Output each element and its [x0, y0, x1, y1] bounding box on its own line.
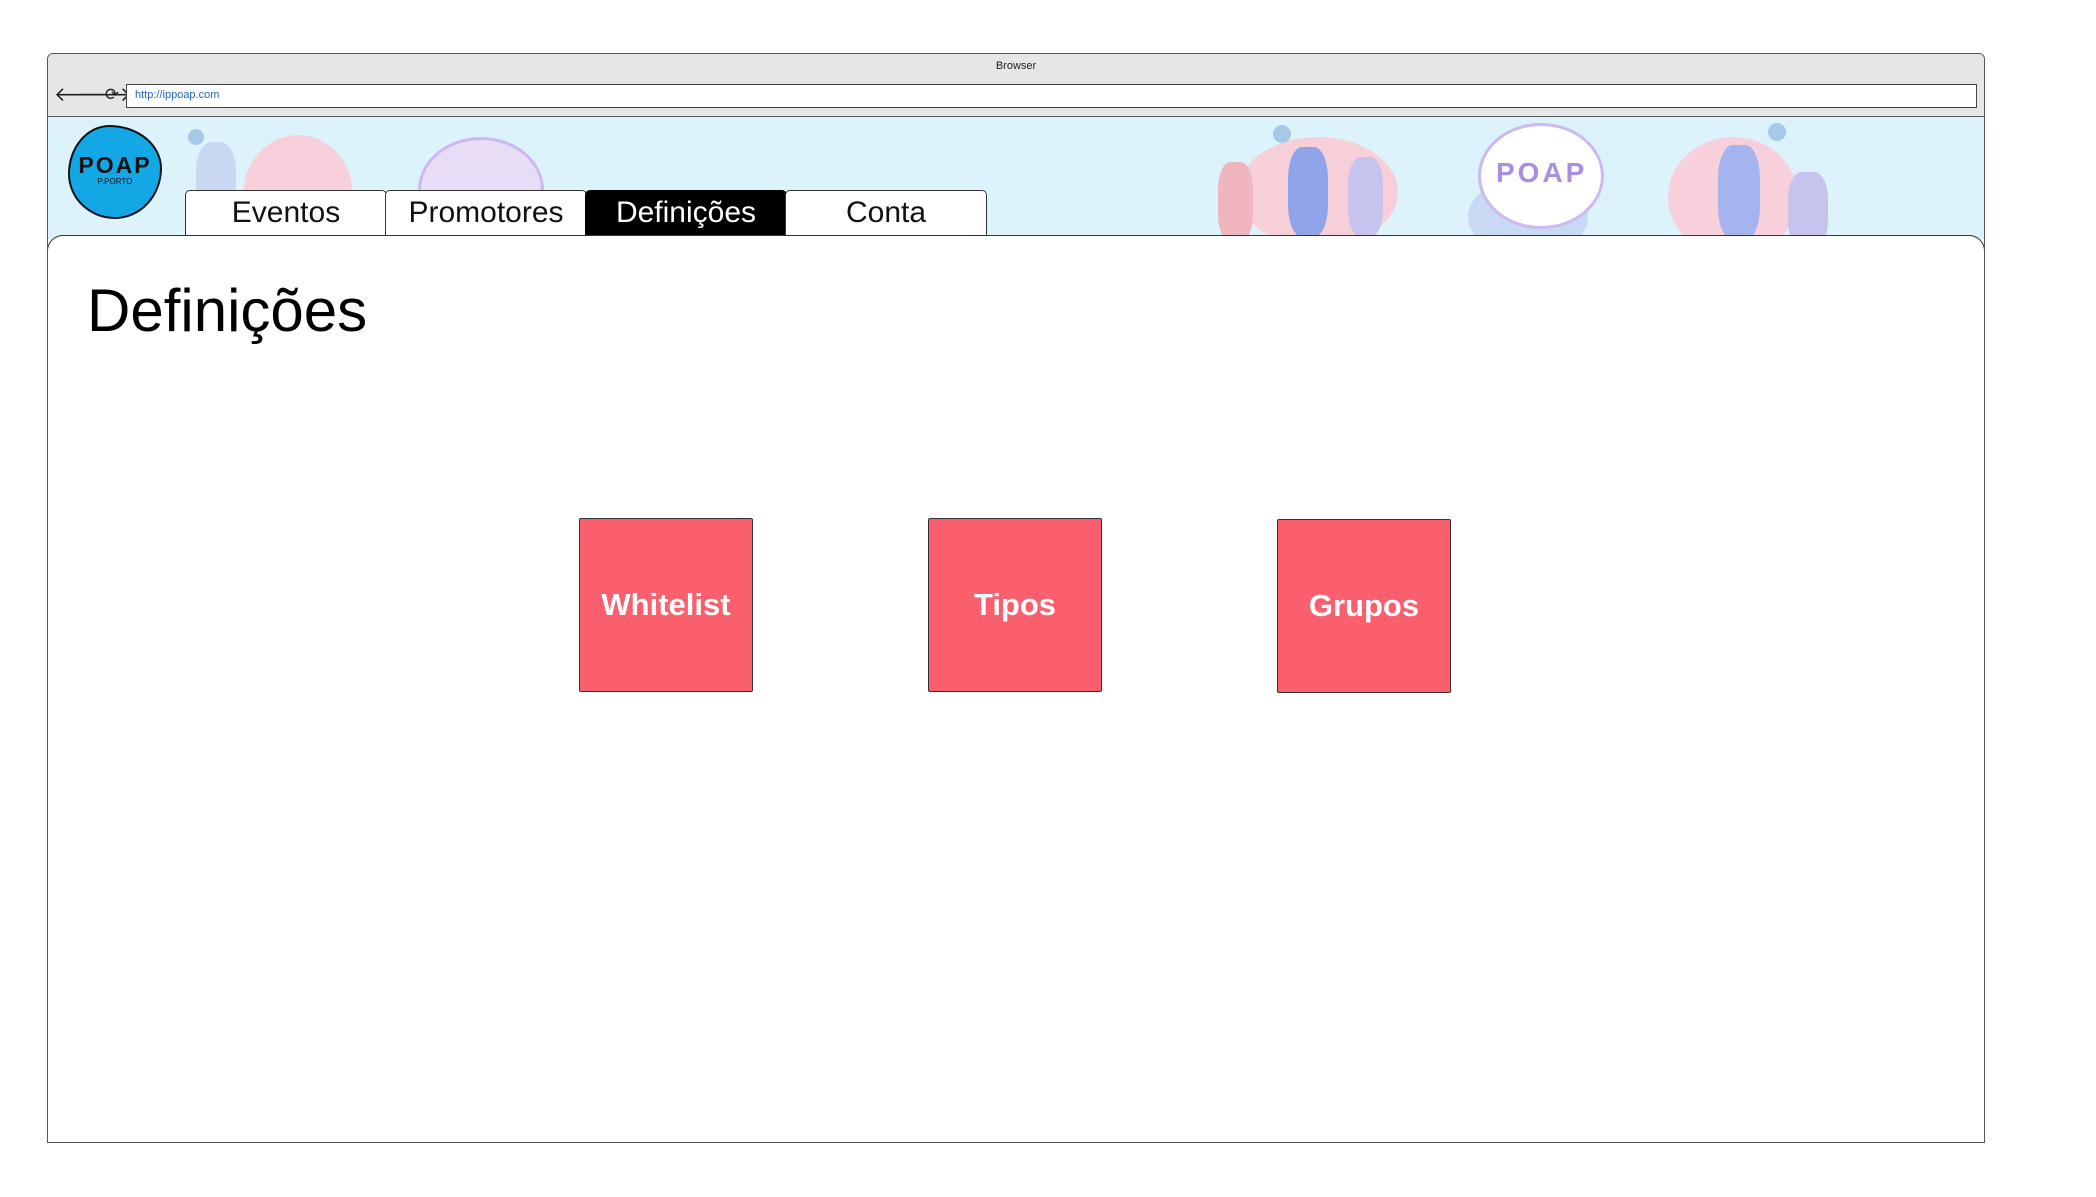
back-arrow-icon[interactable]: 🡐	[54, 84, 108, 106]
browser-title: Browser	[995, 60, 1037, 72]
banner-illustration-figure	[1718, 145, 1760, 239]
browser-title-bar: Browser	[48, 54, 1984, 78]
banner-illustration-dot	[1273, 125, 1291, 143]
whitelist-button[interactable]: Whitelist	[579, 518, 753, 692]
tab-eventos[interactable]: Eventos	[185, 190, 387, 236]
main-content: Definições Whitelist Tipos Grupos	[48, 235, 1984, 1142]
banner-illustration-figure	[1218, 162, 1253, 239]
banner-illustration-figure	[1288, 147, 1328, 237]
tipos-button[interactable]: Tipos	[928, 518, 1102, 692]
grupos-button[interactable]: Grupos	[1277, 519, 1451, 693]
page-title: Definições	[87, 277, 368, 344]
banner-illustration-dot	[1768, 123, 1786, 141]
logo-text: POAP	[78, 152, 152, 178]
browser-nav-bar: 🡐 🡒 ⟳ http://ippoap.com	[48, 78, 1984, 117]
banner-illustration-dot	[188, 129, 204, 145]
tab-promotores[interactable]: Promotores	[385, 190, 587, 236]
url-bar[interactable]: http://ippoap.com	[126, 84, 1977, 108]
forward-arrow-icon[interactable]: 🡒	[78, 84, 132, 106]
banner-watermark: POAP	[1496, 157, 1588, 188]
tab-conta[interactable]: Conta	[785, 190, 987, 236]
url-text: http://ippoap.com	[135, 89, 220, 101]
poap-logo[interactable]: POAP P.PORTO	[68, 125, 162, 219]
browser-window: Browser 🡐 🡒 ⟳ http://ippoap.com POAP POA…	[47, 53, 1985, 1143]
banner-illustration-figure	[1348, 157, 1383, 237]
banner-illustration-figure	[1788, 172, 1828, 239]
reload-icon[interactable]: ⟳	[101, 84, 123, 106]
tab-definicoes[interactable]: Definições	[585, 190, 787, 236]
logo-subtext: P.PORTO	[97, 177, 133, 186]
